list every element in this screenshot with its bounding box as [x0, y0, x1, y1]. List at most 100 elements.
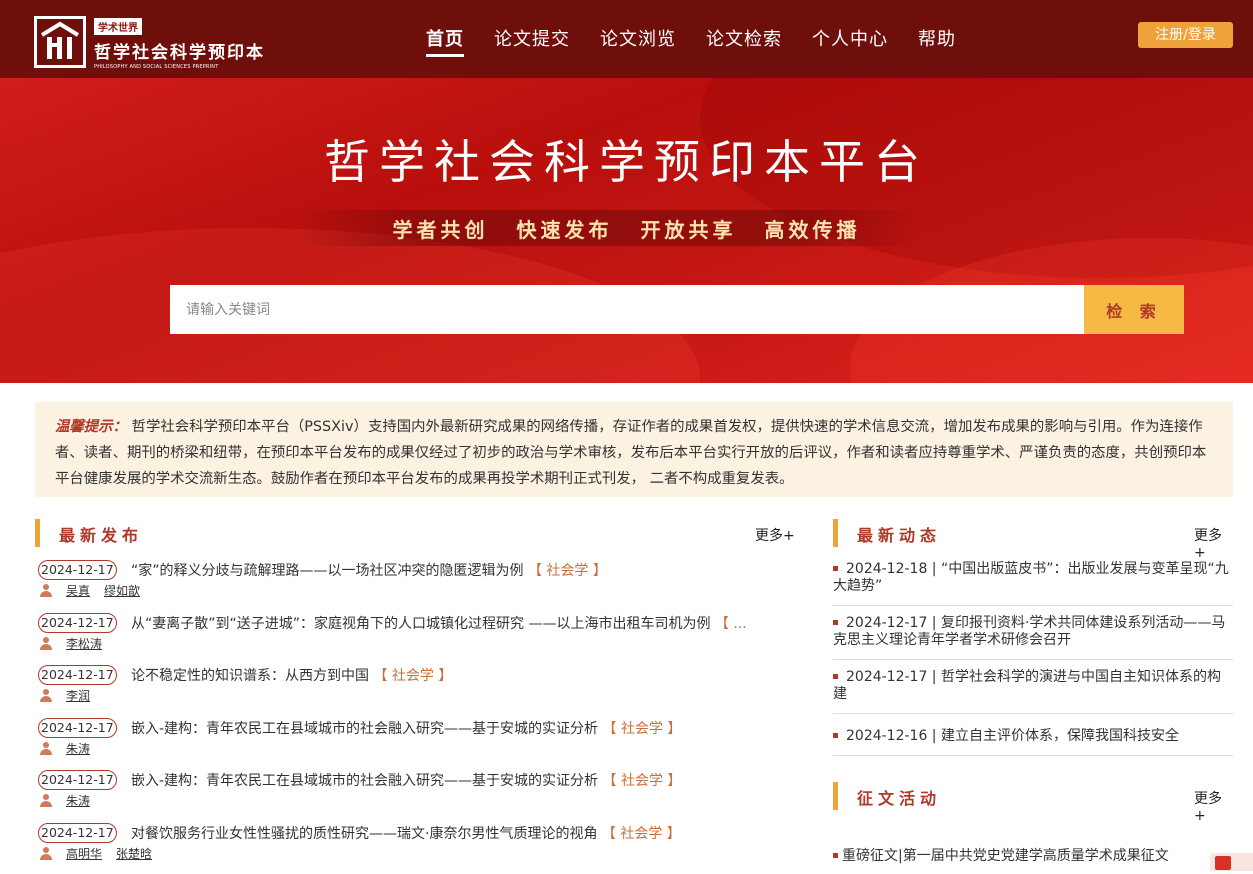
news-text: 2024-12-17 | 哲学社会科学的演进与中国自主知识体系的构建: [833, 669, 1221, 702]
pub-date: 2024-12-17: [38, 665, 117, 685]
latest-section-title: 最新发布: [59, 526, 144, 545]
latest-publications-list: 2024-12-17 “家”的释义分歧与疏解理路——以一场社区冲突的隐匿逻辑为例…: [38, 558, 798, 873]
pub-authors: 吴真 缪如歆: [40, 582, 154, 599]
floating-widget[interactable]: [1210, 853, 1253, 871]
news-text: 2024-12-18 | “中国出版蓝皮书”：出版业发展与变革呈现“九大趋势”: [833, 561, 1229, 594]
pub-title-link[interactable]: 论不稳定性的知识谱系：从西方到中国 【 社会学 】: [131, 665, 452, 685]
hero-banner: 哲学社会科学预印本平台 学者共创 快速发布 开放共享 高效传播 检 索: [0, 78, 1253, 383]
list-item: 2024-12-17 对餐饮服务行业女性性骚扰的质性研究——瑞文·康奈尔男性气质…: [38, 821, 798, 874]
search-input[interactable]: [170, 285, 1084, 334]
pub-category-tag: 【 社会学 】: [602, 773, 682, 789]
person-icon: [40, 636, 52, 650]
person-icon: [40, 689, 52, 702]
event-item[interactable]: 重磅征文|第一届中共党史党建学高质量学术成果征文: [833, 845, 1169, 865]
latest-more-link[interactable]: 更多+: [755, 525, 795, 545]
pub-authors: 朱涛: [40, 792, 104, 809]
top-navbar: 学术世界 哲学社会科学预印本 PHILOSOPHY AND SOCIAL SCI…: [0, 0, 1253, 78]
list-item: 2024-12-17 嵌入-建构：青年农民工在县域城市的社会融入研究——基于安城…: [38, 768, 798, 821]
pub-authors: 朱涛: [40, 740, 104, 757]
widget-icon: [1215, 856, 1231, 870]
banner-slogans: 学者共创 快速发布 开放共享 高效传播: [0, 214, 1253, 243]
author-link[interactable]: 朱涛: [66, 792, 90, 809]
pub-title-text: 嵌入-建构：青年农民工在县域城市的社会融入研究——基于安城的实证分析: [131, 773, 599, 789]
author-link[interactable]: 吴真: [66, 582, 90, 599]
events-section-title: 征文活动: [857, 789, 942, 808]
pub-title-link[interactable]: 嵌入-建构：青年农民工在县域城市的社会融入研究——基于安城的实证分析 【 社会学…: [131, 770, 681, 790]
pub-category-tag: 【 社会学 】: [602, 720, 682, 737]
pub-title-text: 嵌入-建构：青年农民工在县域城市的社会融入研究——基于安城的实证分析: [131, 720, 599, 737]
logo-badge: 学术世界: [94, 18, 142, 35]
list-item: 2024-12-17 “家”的释义分歧与疏解理路——以一场社区冲突的隐匿逻辑为例…: [38, 558, 798, 611]
pub-category-tag: 【 社会学 】: [373, 668, 453, 684]
author-link[interactable]: 朱涛: [66, 740, 90, 757]
pub-title-link[interactable]: 嵌入-建构：青年农民工在县域城市的社会融入研究——基于安城的实证分析 【 社会学…: [131, 718, 681, 738]
bullet-icon: [833, 620, 838, 625]
nav-help[interactable]: 帮助: [918, 25, 956, 51]
pub-date: 2024-12-17: [38, 822, 117, 843]
nav-search-papers[interactable]: 论文检索: [706, 25, 782, 51]
section-accent-bar: [35, 519, 40, 547]
bullet-icon: [833, 566, 838, 571]
person-icon: [40, 584, 52, 597]
logo-text: 学术世界 哲学社会科学预印本 PHILOSOPHY AND SOCIAL SCI…: [94, 16, 265, 70]
person-icon: [40, 794, 52, 807]
news-text: 2024-12-16 | 建立自主评价体系，保障我国科技安全: [846, 728, 1179, 744]
pub-date: 2024-12-17: [38, 717, 117, 738]
pub-authors: 李润: [40, 687, 104, 704]
nav-personal-center[interactable]: 个人中心: [812, 25, 888, 51]
news-item[interactable]: 2024-12-17 | 哲学社会科学的演进与中国自主知识体系的构建: [833, 660, 1233, 714]
banner-title: 哲学社会科学预印本平台: [324, 135, 929, 189]
pub-category-tag: 【 ...: [714, 615, 747, 632]
news-item[interactable]: 2024-12-17 | 复印报刊资料·学术共同体建设系列活动——马克思主义理论…: [833, 606, 1233, 660]
notice-box: 温馨提示： 哲学社会科学预印本平台（PSSXiv）支持国内外最新研究成果的网络传…: [35, 402, 1233, 497]
list-item: 2024-12-17 论不稳定性的知识谱系：从西方到中国 【 社会学 】 李润: [38, 663, 798, 716]
author-link[interactable]: 李松涛: [66, 635, 102, 652]
pub-title-link[interactable]: 从“妻离子散”到“送子进城”：家庭视角下的人口城镇化过程研究 ——以上海市出租车…: [131, 613, 747, 633]
author-link[interactable]: 缪如歆: [104, 582, 140, 599]
person-icon: [40, 846, 52, 860]
nav-browse-papers[interactable]: 论文浏览: [600, 25, 676, 51]
pub-category-tag: 【 社会学 】: [601, 825, 681, 842]
pub-title-link[interactable]: 对餐饮服务行业女性性骚扰的质性研究——瑞文·康奈尔男性气质理论的视角 【 社会学…: [131, 823, 681, 843]
logo-mark-icon: [34, 16, 86, 68]
search-button[interactable]: 检 索: [1084, 285, 1184, 334]
section-accent-bar: [833, 519, 838, 547]
bullet-icon: [833, 674, 838, 679]
main-nav: 首页 论文提交 论文浏览 论文检索 个人中心 帮助: [426, 25, 986, 57]
slogan: 开放共享: [640, 218, 737, 242]
pub-authors: 李松涛: [40, 635, 116, 652]
slogan: 学者共创: [392, 218, 489, 242]
list-item: 2024-12-17 嵌入-建构：青年农民工在县域城市的社会融入研究——基于安城…: [38, 716, 798, 769]
nav-submit-paper[interactable]: 论文提交: [494, 25, 570, 51]
news-item[interactable]: 2024-12-16 | 建立自主评价体系，保障我国科技安全: [833, 714, 1233, 756]
news-list: 2024-12-18 | “中国出版蓝皮书”：出版业发展与变革呈现“九大趋势” …: [833, 556, 1233, 756]
event-text: 重磅征文|第一届中共党史党建学高质量学术成果征文: [842, 848, 1169, 864]
notice-label: 温馨提示：: [55, 419, 127, 435]
search-bar: 检 索: [170, 285, 1184, 334]
logo-english-name: PHILOSOPHY AND SOCIAL SCIENCES PREPRINT: [94, 64, 219, 70]
slogan: 快速发布: [516, 218, 613, 242]
site-logo[interactable]: 学术世界 哲学社会科学预印本 PHILOSOPHY AND SOCIAL SCI…: [34, 16, 265, 70]
pub-title-link[interactable]: “家”的释义分歧与疏解理路——以一场社区冲突的隐匿逻辑为例 【 社会学 】: [131, 560, 607, 580]
pub-title-text: “家”的释义分歧与疏解理路——以一场社区冲突的隐匿逻辑为例: [131, 563, 524, 579]
person-icon: [40, 741, 52, 755]
news-section-title: 最新动态: [857, 526, 942, 545]
nav-home[interactable]: 首页: [426, 25, 464, 57]
register-login-button[interactable]: 注册/登录: [1138, 22, 1233, 48]
author-link[interactable]: 高明华: [66, 845, 102, 862]
events-more-link[interactable]: 更多+: [1194, 788, 1233, 824]
events-section-header: 征文活动 更多+: [833, 782, 1233, 824]
bullet-icon: [833, 853, 838, 858]
author-link[interactable]: 张楚晗: [116, 845, 152, 862]
latest-section-header: 最新发布 更多+: [35, 519, 795, 547]
logo-chinese-name: 哲学社会科学预印本: [94, 43, 265, 63]
news-item[interactable]: 2024-12-18 | “中国出版蓝皮书”：出版业发展与变革呈现“九大趋势”: [833, 556, 1233, 606]
author-link[interactable]: 李润: [66, 687, 90, 704]
pub-date: 2024-12-17: [38, 770, 117, 790]
section-accent-bar: [833, 782, 838, 810]
slogan: 高效传播: [764, 218, 861, 242]
notice-text: 哲学社会科学预印本平台（PSSXiv）支持国内外最新研究成果的网络传播，存证作者…: [55, 419, 1207, 487]
news-text: 2024-12-17 | 复印报刊资料·学术共同体建设系列活动——马克思主义理论…: [833, 615, 1226, 648]
pub-authors: 高明华 张楚晗: [40, 845, 166, 862]
pub-title-text: 对餐饮服务行业女性性骚扰的质性研究——瑞文·康奈尔男性气质理论的视角: [131, 825, 598, 842]
